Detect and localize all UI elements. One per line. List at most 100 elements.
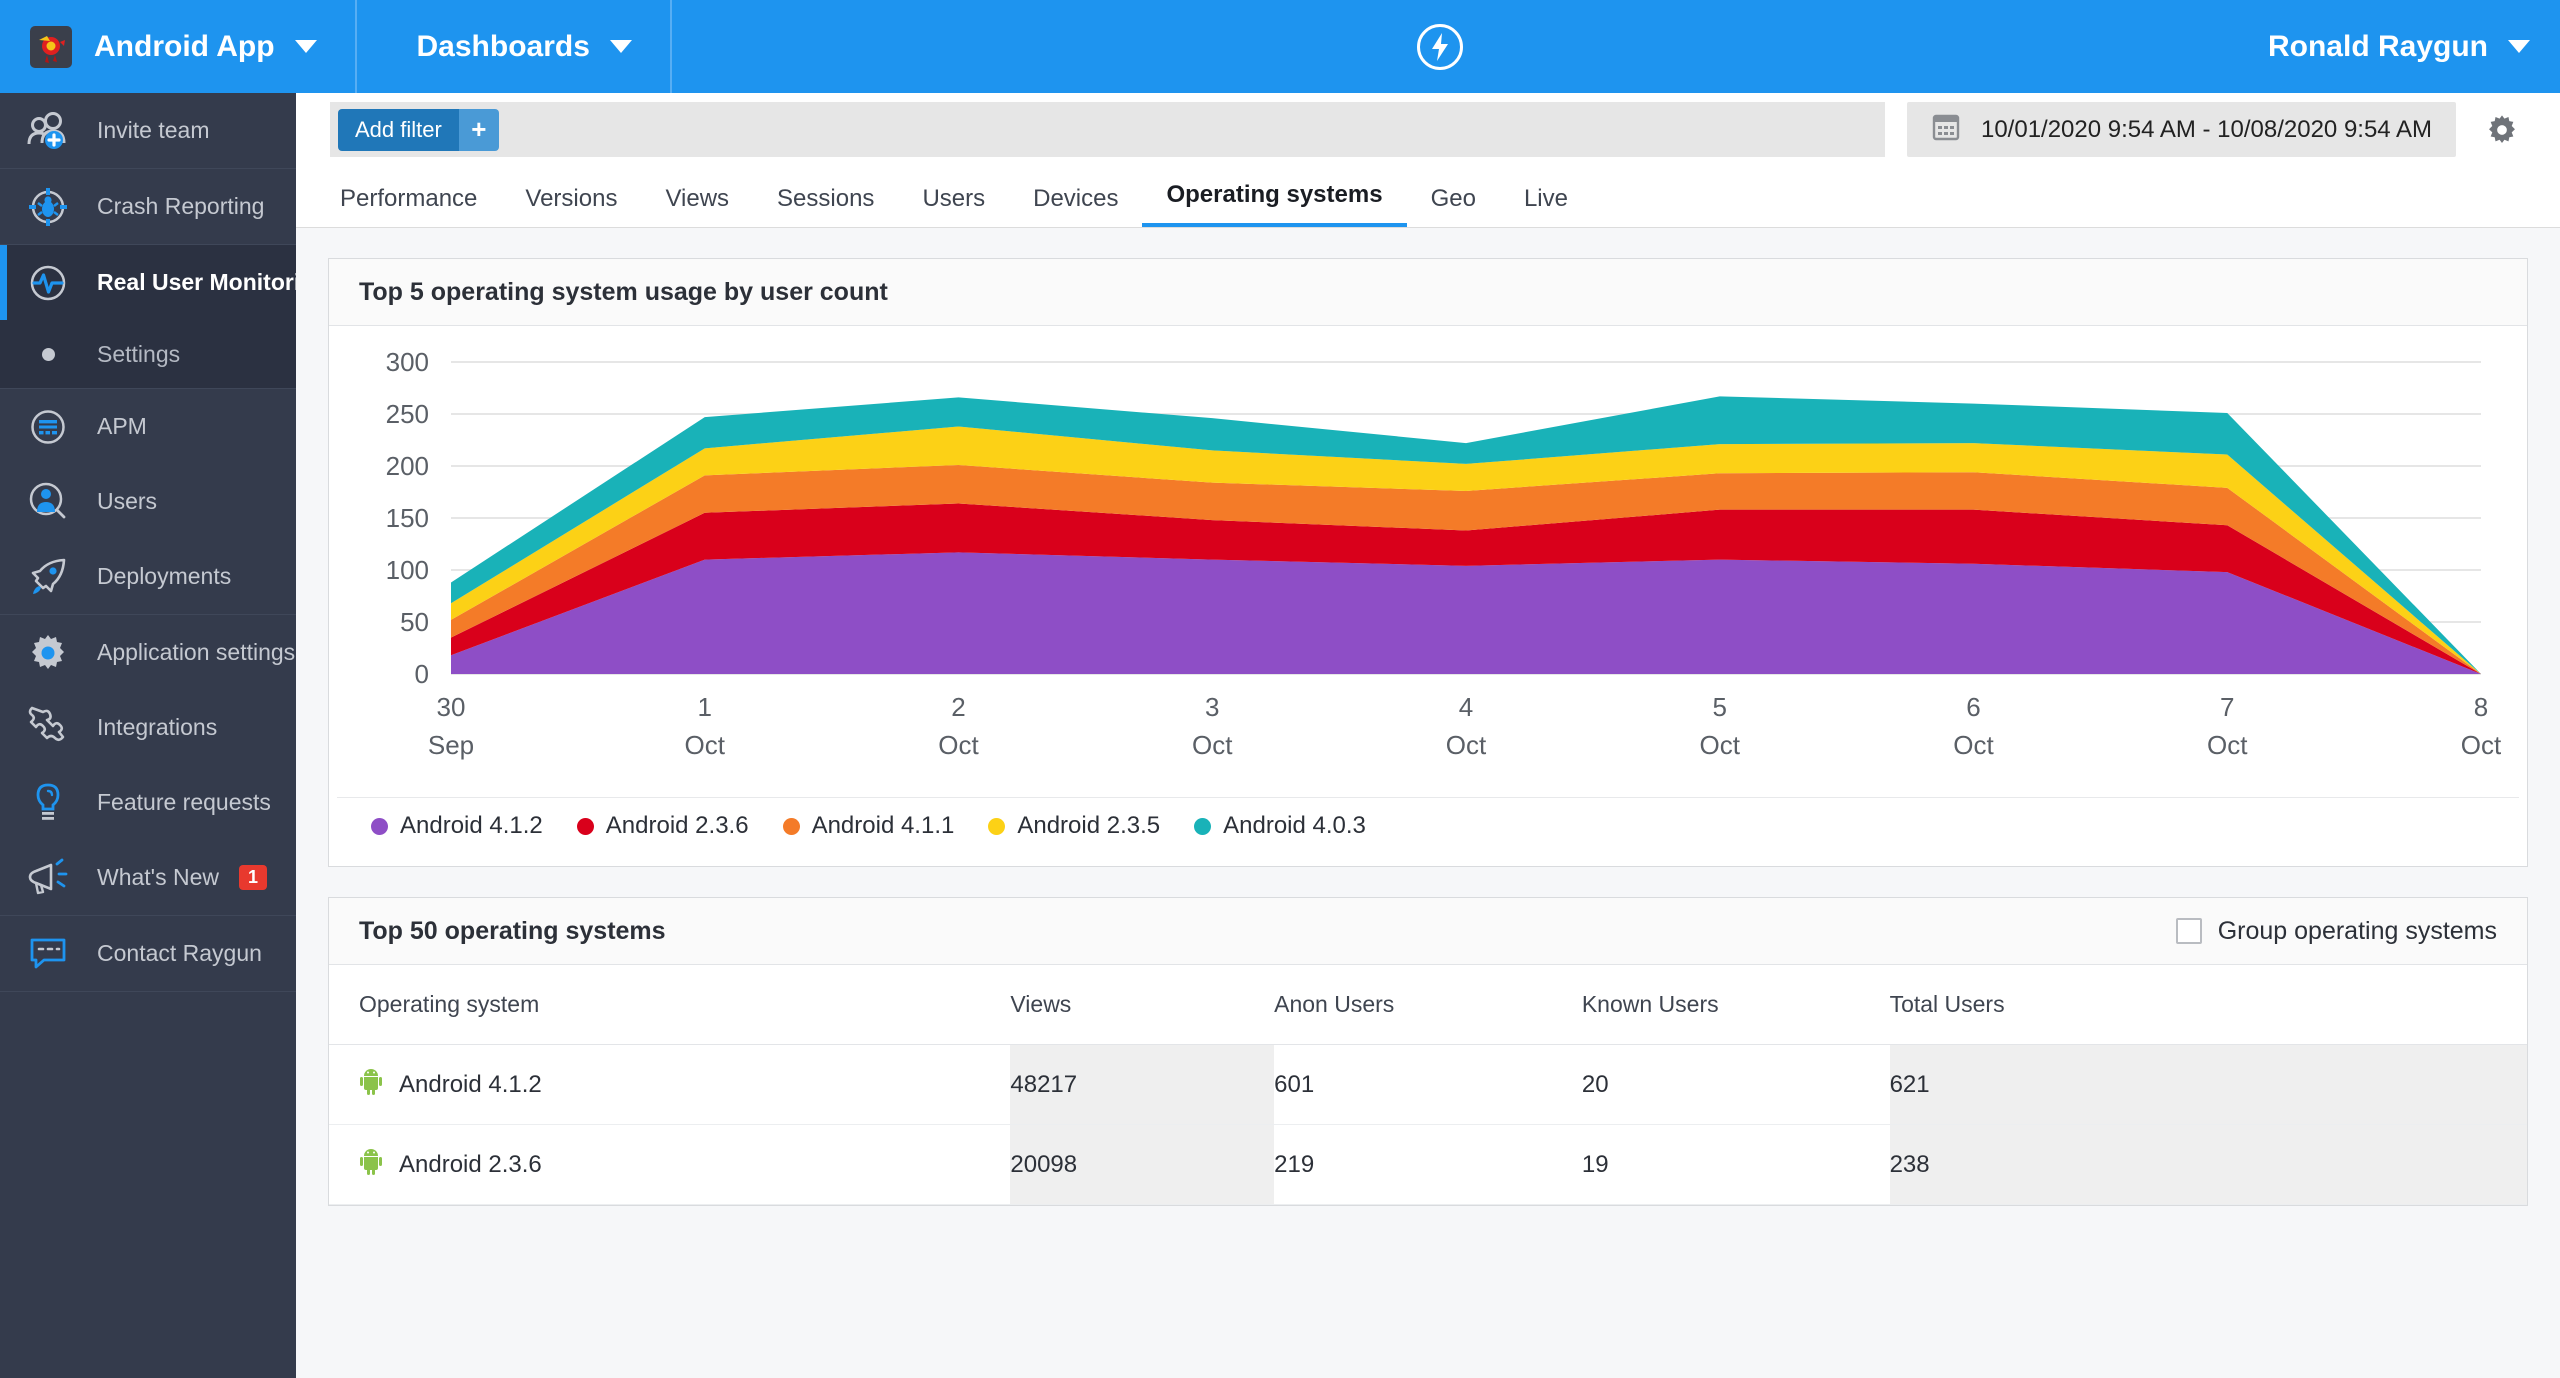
legend-label: Android 4.1.1 [811, 812, 955, 839]
tab-performance[interactable]: Performance [316, 185, 501, 227]
sidebar-group: APM Users Deployments [0, 389, 296, 615]
cell-anon-users: 601 [1274, 1044, 1582, 1125]
date-range-label: 10/01/2020 9:54 AM - 10/08/2020 9:54 AM [1980, 115, 2432, 143]
sidebar-item-feature-requests[interactable]: Feature requests [0, 765, 296, 840]
tab-geo[interactable]: Geo [1407, 185, 1500, 227]
tab-versions[interactable]: Versions [501, 185, 641, 227]
legend-item[interactable]: Android 4.0.3 [1194, 812, 1366, 840]
sidebar-item-apm[interactable]: APM [0, 389, 296, 464]
date-range-picker[interactable]: 10/01/2020 9:54 AM - 10/08/2020 9:54 AM [1906, 102, 2456, 157]
legend-item[interactable]: Android 4.1.1 [782, 812, 955, 840]
legend-color-swatch [782, 817, 800, 835]
sidebar: Invite team Crash Reporting Real User Mo… [0, 93, 328, 1378]
column-header-total-users[interactable]: Total Users [1889, 965, 2527, 1045]
tab-views[interactable]: Views [641, 185, 753, 227]
legend-color-swatch [988, 817, 1006, 835]
sidebar-item-contact-raygun[interactable]: Contact Raygun [0, 916, 296, 991]
chevron-down-icon[interactable] [294, 40, 317, 53]
x-axis-tick-day: 4 [1459, 692, 1473, 722]
filter-toolbar: Add filter + 10/01/2020 9:54 AM - 10/08/… [296, 93, 2560, 166]
y-axis-tick-label: 100 [386, 555, 429, 585]
sidebar-subitem-label: Settings [97, 340, 181, 367]
group-operating-systems-toggle[interactable]: Group operating systems [2175, 917, 2497, 946]
sidebar-item-label: Real User Monitoring [97, 269, 329, 295]
sidebar-item-users[interactable]: Users [0, 464, 296, 539]
sidebar-subitem-settings[interactable]: Settings [0, 320, 296, 388]
x-axis-tick-day: 3 [1205, 692, 1219, 722]
x-axis-tick-day: 30 [437, 692, 466, 722]
table-row[interactable]: Android 4.1.2 48217 601 20 621 [329, 1044, 2527, 1125]
tab-devices[interactable]: Devices [1009, 185, 1142, 227]
settings-gear-button[interactable] [2478, 113, 2526, 147]
real-user-monitoring-icon [24, 259, 72, 307]
cell-known-users: 20 [1581, 1044, 1890, 1125]
user-menu[interactable]: Ronald Raygun [2208, 0, 2560, 93]
chevron-down-icon[interactable] [609, 40, 632, 53]
legend-label: Android 4.1.2 [400, 812, 543, 839]
legend-item[interactable]: Android 2.3.5 [988, 812, 1160, 840]
app-logo-icon [30, 25, 72, 68]
invite-team-icon [24, 107, 72, 155]
legend-item[interactable]: Android 4.1.2 [371, 812, 543, 840]
sidebar-item-label: Crash Reporting [97, 193, 265, 219]
x-axis-tick-month: Oct [2207, 730, 2248, 760]
add-filter-button[interactable]: Add filter + [338, 108, 499, 151]
table-header-row: Operating system Views Anon Users Known … [329, 965, 2527, 1045]
tab-live[interactable]: Live [1500, 185, 1592, 227]
sidebar-item-application-settings[interactable]: Application settings [0, 615, 296, 690]
x-axis-tick-day: 6 [1966, 692, 1980, 722]
app-selector[interactable]: Android App [0, 0, 357, 93]
x-axis-tick-day: 1 [698, 692, 712, 722]
checkbox-icon[interactable] [2175, 918, 2202, 944]
y-axis-tick-label: 50 [400, 607, 429, 637]
legend-label: Android 2.3.5 [1017, 812, 1161, 839]
tab-users[interactable]: Users [898, 185, 1009, 227]
android-icon [359, 1067, 383, 1102]
sidebar-item-label: Users [97, 488, 158, 514]
column-header-known-users[interactable]: Known Users [1581, 965, 1890, 1045]
sidebar-item-integrations[interactable]: Integrations [0, 690, 296, 765]
legend-item[interactable]: Android 2.3.6 [576, 812, 749, 840]
puzzle-icon [24, 704, 72, 752]
sidebar-item-label: Integrations [97, 714, 218, 740]
cell-views: 48217 [1010, 1044, 1275, 1125]
filter-field[interactable]: Add filter + [330, 102, 1885, 157]
column-header-os[interactable]: Operating system [329, 965, 1011, 1045]
sidebar-group: Crash Reporting [0, 169, 296, 245]
sidebar-item-whats-new[interactable]: What's New 1 [0, 840, 296, 915]
table-header: Operating system Views Anon Users Known … [329, 965, 2527, 1045]
chevron-down-icon[interactable] [2508, 40, 2530, 53]
column-header-views[interactable]: Views [1010, 965, 1275, 1045]
plus-icon[interactable]: + [458, 108, 499, 151]
sidebar-item-label: Contact Raygun [97, 940, 262, 966]
sidebar-item-crash-reporting[interactable]: Crash Reporting [0, 169, 296, 244]
sidebar-item-real-user-monitoring[interactable]: Real User Monitoring [0, 245, 328, 320]
y-axis-tick-label: 200 [386, 451, 429, 481]
app-name-label: Android App [94, 29, 275, 63]
area-series-android-4-1-2 [451, 552, 2481, 674]
chart-legend: Android 4.1.2 Android 2.3.6 Android 4.1.… [337, 797, 2519, 866]
x-axis-tick-day: 7 [2220, 692, 2234, 722]
rocket-icon [24, 553, 72, 601]
megaphone-icon [24, 854, 72, 902]
bolt-icon[interactable] [1416, 23, 1463, 70]
sidebar-item-label: Feature requests [97, 789, 271, 815]
sidebar-item-invite-team[interactable]: Invite team [0, 93, 296, 168]
sidebar-item-label: Application settings [97, 639, 296, 665]
sidebar-group: Invite team [0, 93, 296, 169]
tab-sessions[interactable]: Sessions [753, 185, 898, 227]
tab-operating-systems[interactable]: Operating systems [1142, 181, 1407, 227]
dashboards-menu[interactable]: Dashboards [357, 0, 672, 93]
users-icon [24, 478, 72, 526]
gear-icon [2489, 114, 2515, 143]
column-header-anon-users[interactable]: Anon Users [1274, 965, 1582, 1045]
stacked-area-chart[interactable]: 0 50 100 150 200 250 300 30 Sep 1 Oct 2 Oct 3 Oct 4 Oct 5… [351, 344, 2502, 784]
sidebar-item-deployments[interactable]: Deployments [0, 539, 296, 614]
y-axis-tick-label: 150 [386, 503, 429, 533]
x-axis-tick-month: Sep [428, 730, 474, 760]
main-content: Add filter + 10/01/2020 9:54 AM - 10/08/… [296, 93, 2560, 1378]
sidebar-group: Contact Raygun [0, 916, 296, 992]
table-card: Top 50 operating systems Group operating… [328, 897, 2528, 1206]
table-row[interactable]: Android 2.3.6 20098 219 19 238 [329, 1124, 2527, 1205]
cell-total-users: 621 [1889, 1044, 2527, 1125]
